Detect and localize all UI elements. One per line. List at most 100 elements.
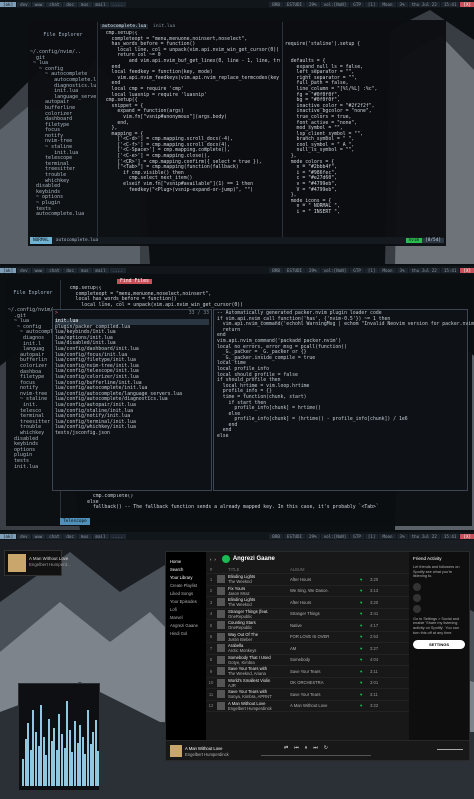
- code-editor-right[interactable]: require('staline').setup { defaults = { …: [285, 31, 445, 241]
- heart-icon[interactable]: ♥: [360, 623, 370, 628]
- workspace-tag[interactable]: www: [31, 267, 46, 273]
- power-button[interactable]: [X]: [460, 267, 474, 273]
- sidebar-item[interactable]: Lofi: [170, 607, 202, 612]
- track-row[interactable]: 9 Save Your Tears with The Weeknd, Ariana S…: [206, 666, 411, 678]
- telescope-file-list[interactable]: init.lua plugin/packer_compiled.lua lua/ke…: [55, 319, 209, 436]
- code-editor-bottom[interactable]: cmp.complete() else fallback() -- The fa…: [64, 494, 464, 518]
- heart-icon[interactable]: ♥: [360, 577, 370, 582]
- workspace-tag[interactable]: www: [31, 1, 46, 7]
- power-button[interactable]: [X]: [460, 533, 474, 539]
- heart-icon[interactable]: ♥: [360, 600, 370, 605]
- workspace-tag[interactable]: chat: [46, 533, 63, 539]
- sidebar-item[interactable]: Liked Songs: [170, 591, 202, 596]
- track-duration: 3:01: [370, 680, 379, 686]
- sidebar-item[interactable]: Hindi Gol: [170, 631, 202, 636]
- next-icon[interactable]: ⏭: [313, 745, 318, 751]
- workspace-tag[interactable]: ....: [109, 533, 126, 539]
- bar-widget: 3%: [396, 267, 408, 273]
- workspace-tag[interactable]: [ok]: [0, 533, 17, 539]
- workspace-tag[interactable]: www: [31, 533, 46, 539]
- bar-widget: 15:41: [440, 533, 460, 539]
- heart-icon[interactable]: ♥: [360, 692, 370, 697]
- heart-icon[interactable]: ♥: [360, 680, 370, 685]
- bar-widget: GTP: [350, 533, 364, 539]
- back-icon[interactable]: ‹: [210, 557, 211, 562]
- heart-icon[interactable]: ♥: [360, 634, 370, 639]
- pause-icon[interactable]: ⏸: [305, 745, 308, 751]
- sidebar-item[interactable]: Angrezi Gaane: [170, 623, 202, 628]
- album-art: [8, 554, 26, 572]
- tree-item[interactable]: init.lua: [8, 464, 58, 471]
- workspace-tag[interactable]: dev: [17, 533, 31, 539]
- workspace-tag[interactable]: dev: [17, 267, 31, 273]
- workspace-tag[interactable]: mus: [77, 267, 92, 273]
- track-row[interactable]: 11 Save Your Tears with Sonya, Kimbra, APR…: [206, 689, 411, 701]
- telescope-file[interactable]: tests/jsconfig.json: [55, 431, 209, 437]
- now-playing-widget[interactable]: A Man Without Love Engelbert Humperd...: [4, 550, 71, 576]
- heart-icon[interactable]: ♥: [360, 646, 370, 651]
- workspace-tag[interactable]: ....: [109, 1, 126, 7]
- table-header: # TITLE ALBUM: [206, 566, 411, 574]
- workspace-tag[interactable]: doc: [63, 267, 77, 273]
- code-editor-left[interactable]: cmp.setup({ completeopt = "menu,menuone,…: [100, 31, 280, 241]
- status-filename: autocomplete.lua: [55, 238, 99, 243]
- power-button[interactable]: [X]: [460, 1, 474, 7]
- workspace-tag[interactable]: [ok]: [0, 1, 17, 7]
- workspace-tag[interactable]: mus: [77, 1, 92, 7]
- workspace-tag[interactable]: mail: [92, 533, 109, 539]
- workspace-tag[interactable]: doc: [63, 533, 77, 539]
- workspace-tag[interactable]: mus: [77, 533, 92, 539]
- statusline: NORMAL autocomplete.lua nvim [8/54]: [30, 237, 444, 244]
- forward-icon[interactable]: ›: [214, 557, 215, 562]
- panel-nvim-2: [ok] dev www chat doc mus mail .... BRB …: [0, 266, 474, 530]
- track-row[interactable]: 7 Arabella Arctic Monkeys AM ♥ 3:27: [206, 643, 411, 655]
- sidebar-item[interactable]: Your Episodes: [170, 599, 202, 604]
- code-editor[interactable]: cmp.setup({ completeopt = "menu,menuone,…: [64, 286, 464, 310]
- heart-icon[interactable]: ♥: [360, 611, 370, 616]
- sidebar-item[interactable]: Create Playlist: [170, 583, 202, 588]
- workspace-tag[interactable]: mail: [92, 267, 109, 273]
- heart-icon[interactable]: ♥: [360, 703, 370, 708]
- spotify-window: Home Search Your Library Create Playlist Lik…: [165, 551, 470, 761]
- workspace-tag[interactable]: doc: [63, 1, 77, 7]
- track-row[interactable]: 12 A Man Without Love Engelbert Humperdinc…: [206, 701, 411, 712]
- workspace-tag[interactable]: chat: [46, 267, 63, 273]
- workspace-tag[interactable]: dev: [17, 1, 31, 7]
- heart-icon[interactable]: ♥: [360, 588, 370, 593]
- tab-autocomplete[interactable]: autocomplete.lua: [100, 24, 149, 29]
- workspace-tag[interactable]: [ok]: [0, 267, 17, 273]
- track-row[interactable]: 4 Stranger Things (feat. OneRepublic Strang…: [206, 609, 411, 620]
- track-row[interactable]: 8 Somebody That I Used Gotye, Kimbra Somebo…: [206, 655, 411, 666]
- workspace-tag[interactable]: chat: [46, 1, 63, 7]
- progress-bar[interactable]: [261, 755, 371, 756]
- repeat-icon[interactable]: ↻: [324, 745, 328, 751]
- sidebar-item[interactable]: Your Library: [170, 575, 202, 580]
- track-row[interactable]: 3 Blinding Lights The Weeknd After Hours ♥ 3:…: [206, 597, 411, 609]
- previous-icon[interactable]: ⏮: [294, 745, 299, 751]
- bar-widget: 29%: [306, 267, 320, 273]
- tab-init[interactable]: init.lua: [151, 24, 177, 29]
- tree-item[interactable]: autocomplete.lua: [30, 212, 96, 218]
- shuffle-icon[interactable]: ⇄: [284, 745, 288, 751]
- volume-slider[interactable]: [437, 749, 463, 750]
- sidebar-item[interactable]: Search: [170, 567, 202, 572]
- workspace-tag[interactable]: mail: [92, 1, 109, 7]
- sidebar-item[interactable]: Marvel: [170, 615, 202, 620]
- track-row[interactable]: 2 Fix Yours Jason Mraz We Sing. We Dance. ♥ 3…: [206, 586, 411, 597]
- track-number: 10: [208, 680, 214, 686]
- track-title-cell: Way Out Of The Justin Bieber: [228, 632, 290, 642]
- sidebar-item[interactable]: Home: [170, 559, 202, 564]
- track-row[interactable]: 1 Blinding Lights The Weeknd After Hours ♥ 3:…: [206, 574, 411, 586]
- play-button[interactable]: [221, 555, 230, 563]
- track-row[interactable]: 10 World's Smallest Violin AJR OK ORCHESTRA…: [206, 678, 411, 689]
- track-row[interactable]: 5 Counting Stars OneRepublic Native ♥ 4:17: [206, 620, 411, 632]
- settings-button[interactable]: SETTINGS: [413, 640, 465, 650]
- workspace-tag[interactable]: ....: [109, 267, 126, 273]
- heart-icon[interactable]: ♥: [360, 669, 370, 674]
- track-title-cell: Save Your Tears with The Weeknd, Ariana: [228, 666, 290, 676]
- track-number: 7: [209, 645, 213, 651]
- heart-icon[interactable]: ♥: [360, 657, 370, 662]
- track-duration: 3:20: [370, 599, 379, 605]
- telescope-prompt[interactable]: > 33 / 33: [55, 311, 209, 317]
- track-row[interactable]: 6 Way Out Of The Justin Bieber FOR LOVE IS …: [206, 632, 411, 643]
